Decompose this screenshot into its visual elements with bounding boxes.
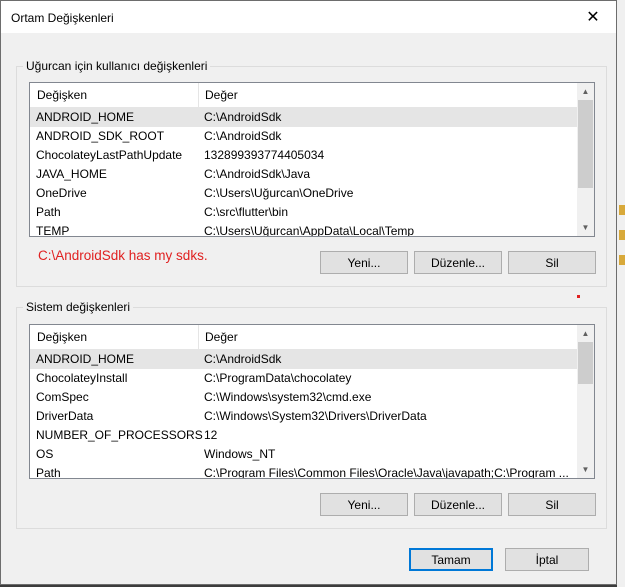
scroll-down-icon[interactable]: ▼ xyxy=(577,461,594,478)
list-item[interactable]: ComSpec C:\Windows\system32\cmd.exe xyxy=(30,388,577,407)
variable-value: C:\AndroidSdk xyxy=(204,110,282,124)
vertical-scrollbar[interactable]: ▲ ▼ xyxy=(577,325,594,478)
variable-value: C:\Windows\System32\Drivers\DriverData xyxy=(204,409,427,423)
variable-value: 12 xyxy=(204,428,218,442)
list-item[interactable]: ChocolateyLastPathUpdate 1328993937744050… xyxy=(30,146,577,165)
variable-value: C:\AndroidSdk xyxy=(204,352,282,366)
scroll-thumb[interactable] xyxy=(578,342,593,384)
variable-name: ANDROID_HOME xyxy=(36,110,135,124)
variable-value: C:\Users\Uğurcan\AppData\Local\Temp xyxy=(204,224,415,237)
variable-name: OS xyxy=(36,447,54,461)
scroll-down-icon[interactable]: ▼ xyxy=(577,219,594,236)
variable-value: C:\Program Files\Common Files\Oracle\Jav… xyxy=(204,466,569,479)
environment-variables-dialog: Ortam Değişkenleri ✕ Uğurcan için kullan… xyxy=(0,0,617,585)
list-item[interactable]: ANDROID_HOME C:\AndroidSdk xyxy=(30,108,577,127)
system-edit-button[interactable]: Düzenle... xyxy=(414,493,502,516)
column-header-variable[interactable]: Değişken xyxy=(37,330,87,344)
folder-icon xyxy=(619,205,625,215)
system-variables-list[interactable]: Değişken Değer ANDROID_HOME C:\AndroidSdk… xyxy=(29,324,595,479)
variable-name: TEMP xyxy=(36,224,70,237)
list-item[interactable]: ANDROID_HOME C:\AndroidSdk xyxy=(30,350,577,369)
list-header: Değişken Değer xyxy=(30,83,577,108)
column-divider[interactable] xyxy=(198,325,199,349)
cancel-button[interactable]: İptal xyxy=(505,548,589,571)
column-divider[interactable] xyxy=(198,83,199,107)
variable-value: C:\src\flutter\bin xyxy=(204,205,289,219)
user-variables-label: Uğurcan için kullanıcı değişkenleri xyxy=(23,59,211,73)
window-title: Ortam Değişkenleri xyxy=(11,11,114,25)
user-delete-button[interactable]: Sil xyxy=(508,251,596,274)
column-header-value[interactable]: Değer xyxy=(205,330,238,344)
column-header-value[interactable]: Değer xyxy=(205,88,238,102)
scroll-up-icon[interactable]: ▲ xyxy=(577,83,594,100)
list-item[interactable]: ChocolateyInstall C:\ProgramData\chocolat… xyxy=(30,369,577,388)
variable-name: OneDrive xyxy=(36,186,87,200)
variable-name: Path xyxy=(36,205,61,219)
variable-name: NUMBER_OF_PROCESSORS xyxy=(36,428,203,442)
background-window-edge xyxy=(617,0,625,587)
list-item[interactable]: DriverData C:\Windows\System32\Drivers\Dr… xyxy=(30,407,577,426)
system-variables-label: Sistem değişkenleri xyxy=(23,300,134,314)
variable-name: ComSpec xyxy=(36,390,89,404)
variable-name: Path xyxy=(36,466,61,479)
system-delete-button[interactable]: Sil xyxy=(508,493,596,516)
list-item[interactable]: OS Windows_NT xyxy=(30,445,577,464)
folder-icon xyxy=(619,255,625,265)
variable-name: JAVA_HOME xyxy=(36,167,107,181)
annotation-text: C:\AndroidSdk has my sdks. xyxy=(38,248,208,263)
variable-value: C:\AndroidSdk\Java xyxy=(204,167,311,181)
scroll-thumb[interactable] xyxy=(578,100,593,188)
close-icon: ✕ xyxy=(586,9,600,26)
list-item[interactable]: Path C:\src\flutter\bin xyxy=(30,203,577,222)
list-item[interactable]: ANDROID_SDK_ROOT C:\AndroidSdk xyxy=(30,127,577,146)
variable-value: 132899393774405034 xyxy=(204,148,325,162)
variable-name: ChocolateyLastPathUpdate xyxy=(36,148,183,162)
variable-value: C:\ProgramData\chocolatey xyxy=(204,371,352,385)
folder-icon xyxy=(619,230,625,240)
variable-value: Windows_NT xyxy=(204,447,276,461)
user-new-button[interactable]: Yeni... xyxy=(320,251,408,274)
vertical-scrollbar[interactable]: ▲ ▼ xyxy=(577,83,594,236)
list-item[interactable]: JAVA_HOME C:\AndroidSdk\Java xyxy=(30,165,577,184)
user-variables-list[interactable]: Değişken Değer ANDROID_HOME C:\AndroidSdk… xyxy=(29,82,595,237)
column-header-variable[interactable]: Değişken xyxy=(37,88,87,102)
title-bar: Ortam Değişkenleri ✕ xyxy=(1,1,616,33)
list-item[interactable]: TEMP C:\Users\Uğurcan\AppData\Local\Temp xyxy=(30,222,577,237)
variable-value: C:\AndroidSdk xyxy=(204,129,282,143)
user-variables-rows: ANDROID_HOME C:\AndroidSdk ANDROID_SDK_ROO… xyxy=(30,108,577,237)
close-button[interactable]: ✕ xyxy=(570,1,616,33)
annotation-dot xyxy=(577,295,580,298)
list-item[interactable]: Path C:\Program Files\Common Files\Oracle… xyxy=(30,464,577,479)
variable-value: C:\Users\Uğurcan\OneDrive xyxy=(204,186,354,200)
system-variables-rows: ANDROID_HOME C:\AndroidSdk ChocolateyInsta… xyxy=(30,350,577,479)
user-edit-button[interactable]: Düzenle... xyxy=(414,251,502,274)
list-header: Değişken Değer xyxy=(30,325,577,350)
list-item[interactable]: OneDrive C:\Users\Uğurcan\OneDrive xyxy=(30,184,577,203)
variable-name: ANDROID_SDK_ROOT xyxy=(36,129,165,143)
ok-button[interactable]: Tamam xyxy=(409,548,493,571)
variable-name: ANDROID_HOME xyxy=(36,352,135,366)
scroll-up-icon[interactable]: ▲ xyxy=(577,325,594,342)
list-item[interactable]: NUMBER_OF_PROCESSORS 12 xyxy=(30,426,577,445)
variable-value: C:\Windows\system32\cmd.exe xyxy=(204,390,372,404)
variable-name: DriverData xyxy=(36,409,94,423)
variable-name: ChocolateyInstall xyxy=(36,371,128,385)
system-new-button[interactable]: Yeni... xyxy=(320,493,408,516)
